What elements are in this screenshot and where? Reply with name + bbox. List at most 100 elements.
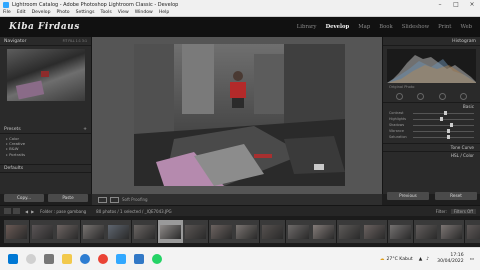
filmstrip-thumbnail[interactable] [464, 220, 480, 243]
basic-slider-knob[interactable] [440, 117, 444, 121]
close-icon[interactable]: × [464, 1, 480, 8]
filmstrip-source-path[interactable]: Folder : pase gambang [40, 209, 86, 214]
menu-edit[interactable]: Edit [17, 10, 26, 15]
filmstrip-thumbnail[interactable] [362, 220, 388, 243]
notifications-icon[interactable]: ▭ [470, 257, 474, 262]
module-book[interactable]: Book [379, 24, 392, 30]
forward-arrow-icon[interactable]: ▶ [31, 209, 34, 214]
navigator-zoom-options[interactable]: FIT FILL 1:1 3:1 [63, 39, 87, 43]
thumbnail-image [133, 224, 155, 239]
file-explorer-icon[interactable] [62, 254, 72, 264]
thumbnail-image [338, 224, 360, 239]
volume-icon[interactable]: ♪ [426, 257, 429, 262]
weather-icon[interactable]: ☁ [380, 257, 385, 262]
maximize-icon[interactable]: □ [448, 1, 464, 8]
basic-slider-track[interactable] [413, 117, 474, 121]
menu-window[interactable]: Window [135, 10, 153, 15]
basic-slider-knob[interactable] [446, 129, 450, 133]
filmstrip-thumbnail[interactable] [80, 220, 106, 243]
network-icon[interactable]: ▲ [419, 257, 423, 262]
defaults-header[interactable]: Defaults [0, 163, 91, 173]
menu-photo[interactable]: Photo [57, 10, 70, 15]
weather-status[interactable]: 27°C Kabut [387, 257, 413, 262]
filmstrip-thumbnail[interactable] [439, 220, 465, 243]
loupe-view-icon[interactable] [98, 196, 107, 203]
thumbnail-image [287, 224, 309, 239]
red-eye-icon[interactable] [438, 93, 446, 100]
whatsapp-icon[interactable] [152, 254, 162, 264]
previous-button[interactable]: Previous [387, 192, 429, 200]
module-slideshow[interactable]: Slideshow [402, 24, 429, 30]
filmstrip-thumbnail[interactable] [311, 220, 337, 243]
menu-help[interactable]: Help [159, 10, 169, 15]
filmstrip-thumbnail[interactable] [55, 220, 81, 243]
filter-dropdown[interactable]: Filters Off [450, 208, 476, 214]
system-clock[interactable]: 17:16 30/04/2022 [437, 253, 463, 265]
filmstrip-thumbnail[interactable] [183, 220, 209, 243]
add-preset-icon[interactable]: + [83, 127, 87, 132]
module-develop[interactable]: Develop [326, 24, 350, 30]
menu-tools[interactable]: Tools [100, 10, 111, 15]
crop-tool-icon[interactable] [396, 93, 404, 100]
navigator-preview-image[interactable] [6, 49, 85, 101]
paste-settings-button[interactable]: Paste [48, 194, 88, 202]
tone-curve-header[interactable]: Tone Curve [383, 143, 480, 151]
menu-develop[interactable]: Develop [32, 10, 51, 15]
thumbnail-image [185, 224, 207, 239]
presets-list: Color Creative B&W Portraits [0, 134, 91, 159]
basic-slider-track[interactable] [413, 129, 474, 133]
spot-removal-icon[interactable] [417, 93, 425, 100]
secondary-window-icon[interactable] [13, 208, 20, 214]
filmstrip-thumbnail[interactable] [336, 220, 362, 243]
basic-slider-row: Saturation [383, 134, 480, 140]
filmstrip-thumbnail[interactable] [259, 220, 285, 243]
back-arrow-icon[interactable]: ◀ [25, 209, 28, 214]
filmstrip-thumbnail[interactable] [29, 220, 55, 243]
mask-icon[interactable] [459, 93, 467, 100]
presets-header[interactable]: Presets + [0, 125, 91, 134]
menu-settings[interactable]: Settings [76, 10, 95, 15]
copy-settings-button[interactable]: Copy... [4, 194, 44, 202]
basic-slider-track[interactable] [413, 123, 474, 127]
soft-proofing-toggle[interactable]: Soft Proofing [122, 197, 148, 202]
menu-file[interactable]: File [3, 10, 11, 15]
menu-view[interactable]: View [118, 10, 129, 15]
filmstrip-thumbnail[interactable] [157, 220, 183, 243]
photoshop-icon[interactable] [116, 254, 126, 264]
task-view-icon[interactable] [44, 254, 54, 264]
grid-view-icon[interactable] [4, 208, 11, 214]
module-print[interactable]: Print [438, 24, 451, 30]
filmstrip-thumbnail[interactable] [106, 220, 132, 243]
basic-slider-track[interactable] [413, 135, 474, 139]
filmstrip-thumbnail[interactable] [208, 220, 234, 243]
system-tray: ☁ 27°C Kabut ▲ ♪ 17:16 30/04/2022 ▭ [380, 253, 480, 265]
basic-slider-knob[interactable] [449, 123, 453, 127]
lightroom-taskbar-icon[interactable] [134, 254, 144, 264]
basic-section-header[interactable]: Basic [383, 102, 480, 110]
hsl-header[interactable]: HSL / Color [383, 151, 480, 159]
module-library[interactable]: Library [297, 24, 317, 30]
basic-slider-track[interactable] [413, 111, 474, 115]
before-after-icon[interactable] [110, 196, 119, 203]
module-web[interactable]: Web [460, 24, 472, 30]
minimize-icon[interactable]: – [432, 1, 448, 8]
basic-slider-knob[interactable] [446, 135, 450, 139]
filmstrip-thumbnail[interactable] [131, 220, 157, 243]
filmstrip-thumbnail[interactable] [413, 220, 439, 243]
search-icon[interactable] [26, 254, 36, 264]
module-map[interactable]: Map [358, 24, 370, 30]
filmstrip-thumbnail[interactable] [234, 220, 260, 243]
reset-button[interactable]: Reset [435, 192, 477, 200]
filmstrip-thumbnail[interactable] [387, 220, 413, 243]
thumbnail-image [82, 224, 104, 239]
chrome-browser-icon[interactable] [98, 254, 108, 264]
main-photo[interactable] [134, 44, 345, 186]
filmstrip-thumbnail[interactable] [285, 220, 311, 243]
navigator-header[interactable]: Navigator FIT FILL 1:1 3:1 [0, 37, 91, 46]
filmstrip-thumbnail[interactable] [4, 220, 29, 243]
start-menu-icon[interactable] [8, 254, 18, 264]
preset-group-portraits[interactable]: Portraits [6, 152, 85, 157]
edge-browser-icon[interactable] [80, 254, 90, 264]
histogram-header[interactable]: Histogram [383, 37, 480, 46]
basic-slider-knob[interactable] [443, 111, 447, 115]
